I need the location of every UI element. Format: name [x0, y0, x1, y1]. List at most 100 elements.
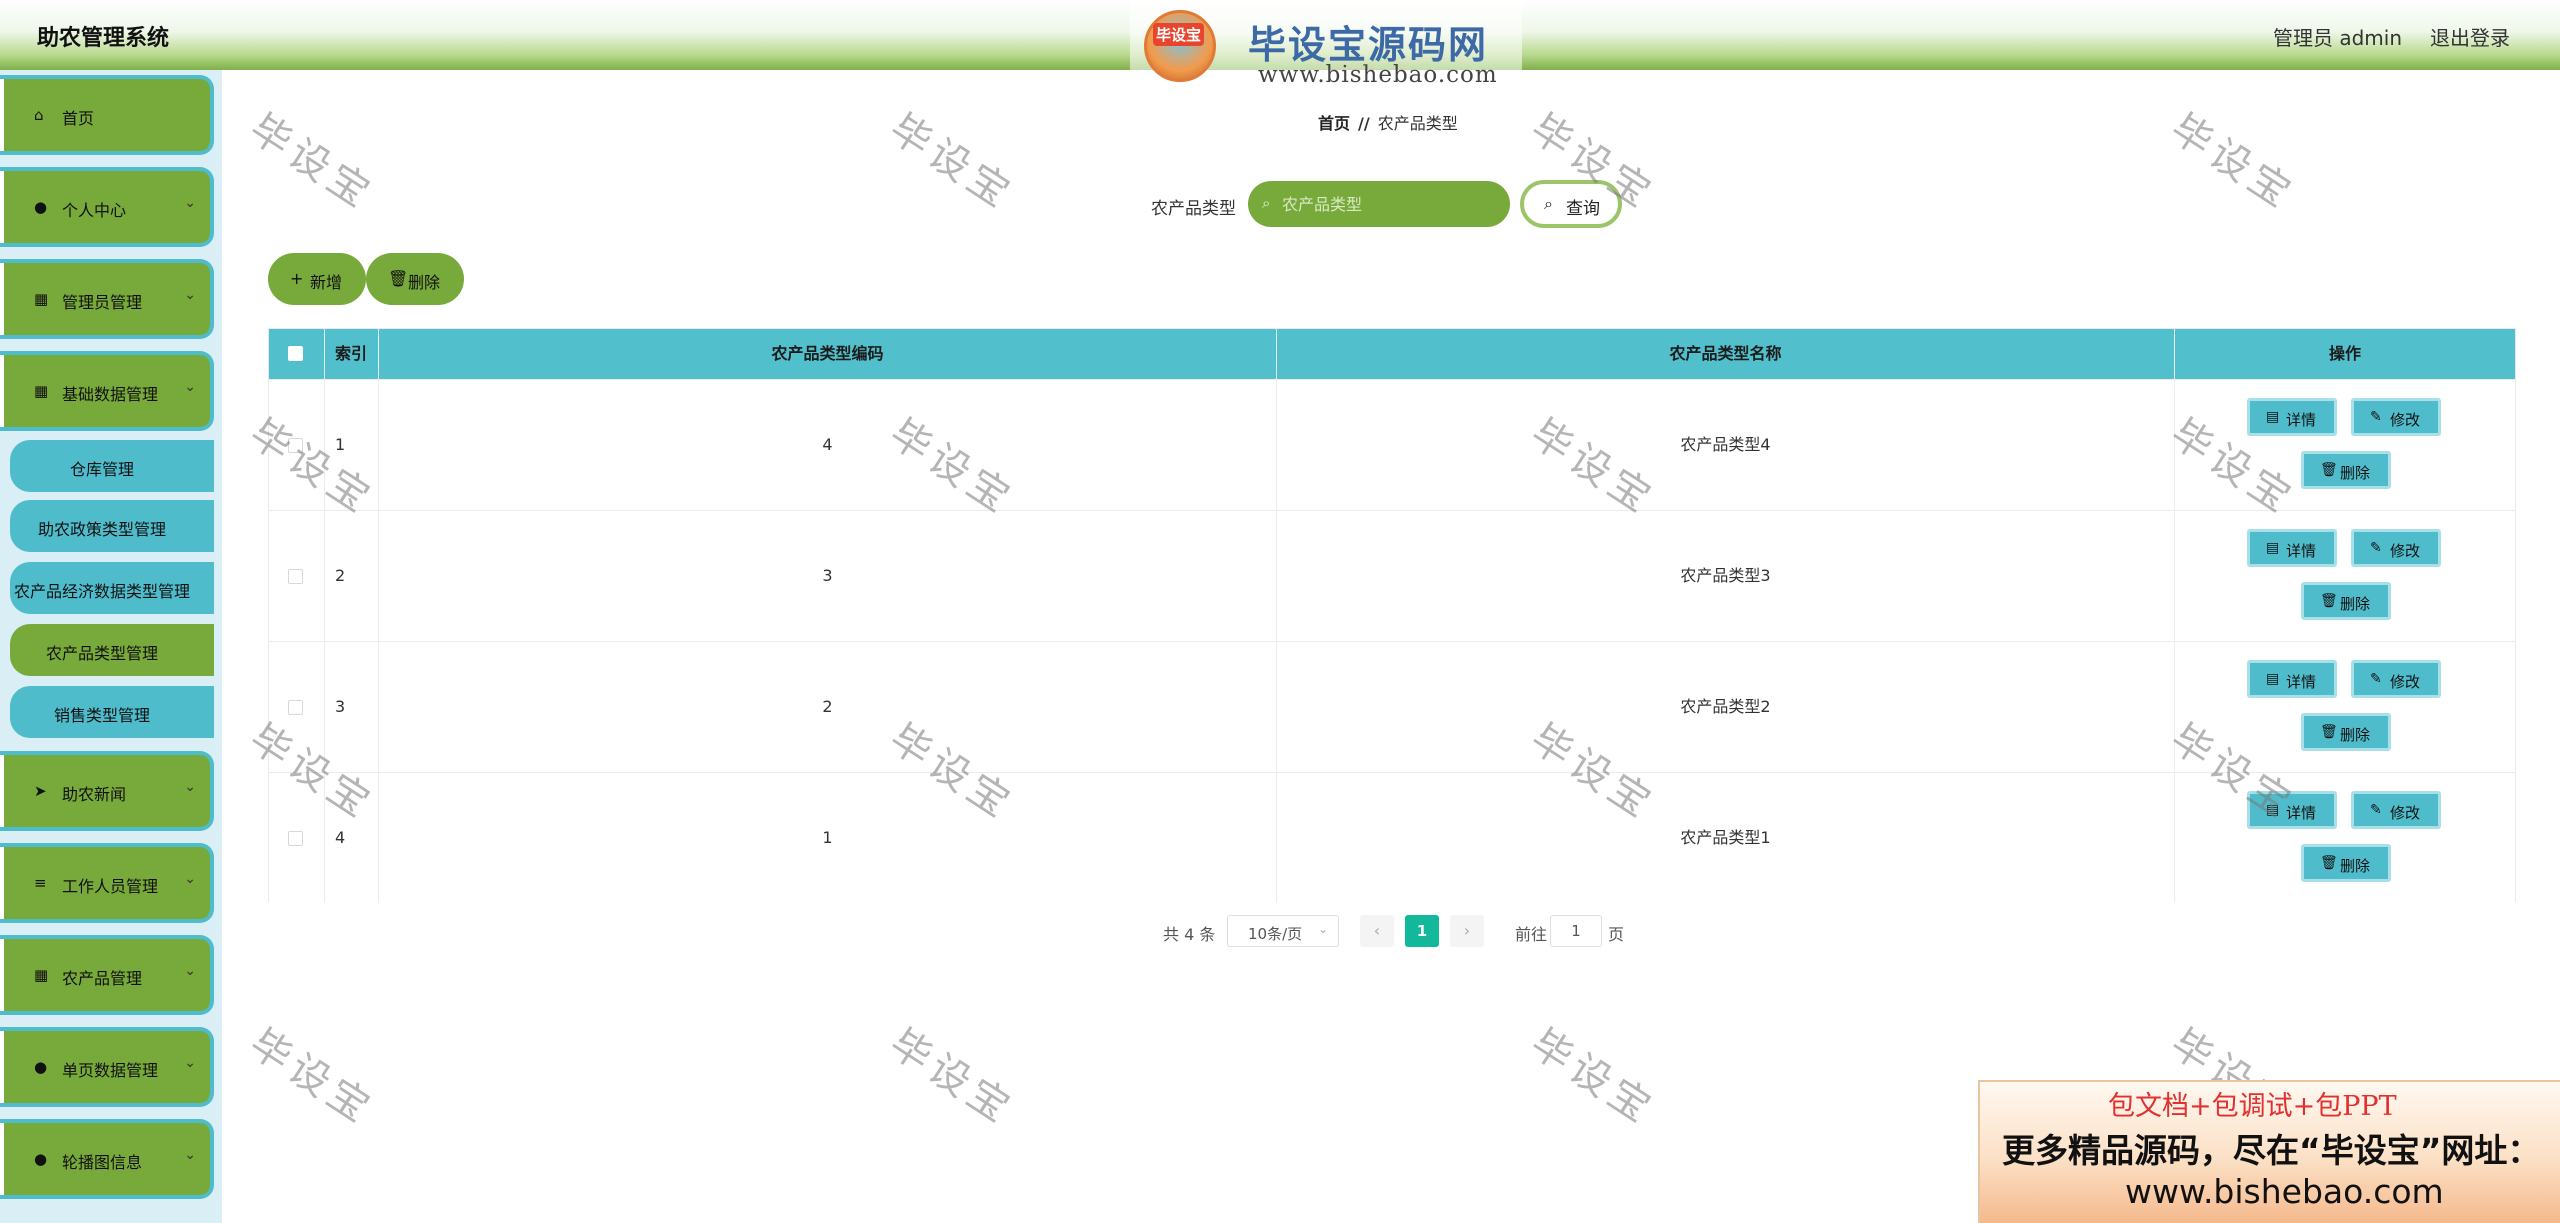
row-checkbox[interactable]	[288, 569, 303, 584]
watermark-text: 毕设宝	[881, 105, 1023, 220]
cell-actions: ▤ 详情 ✎ 修改 🗑 删除	[2175, 511, 2515, 641]
edit-icon: ✎	[2370, 540, 2382, 556]
delete-button[interactable]: 🗑 删除	[2301, 451, 2391, 489]
add-button[interactable]: + 新增	[268, 253, 366, 305]
sidebar-subitem-label: 助农政策类型管理	[37, 520, 166, 539]
delete-button-label: 删除	[2340, 726, 2371, 744]
delete-button-label: 删除	[2340, 595, 2371, 613]
chevron-down-icon: ⌄	[184, 379, 196, 395]
page-size-select[interactable]: 10条/页 ⌄	[1227, 915, 1339, 947]
sidebar-item-1[interactable]: ⌂ 首页	[0, 75, 214, 155]
edit-icon: ✎	[2370, 802, 2382, 818]
edit-button[interactable]: ✎ 修改	[2351, 398, 2441, 436]
prev-page-button[interactable]: ‹	[1360, 915, 1394, 947]
promo-line-2: 更多精品源码，尽在“毕设宝”网址：	[2002, 1131, 2541, 1170]
table-row: 2 3 农产品类型3 ▤ 详情 ✎ 修改 🗑 删除	[269, 510, 2515, 641]
search-icon: ⌕	[1544, 194, 1553, 213]
breadcrumb-home[interactable]: 首页	[1318, 114, 1350, 133]
batch-delete-button[interactable]: 🗑 删除	[366, 253, 464, 305]
cell-code: 3	[379, 511, 1277, 641]
page-size-value: 10条/页	[1248, 925, 1303, 943]
pagination-page-suffix: 页	[1608, 925, 1625, 944]
column-header-name: 农产品类型名称	[1277, 329, 2175, 379]
user-icon: ●	[34, 1150, 48, 1168]
grid-icon: ▦	[34, 382, 49, 400]
promo-line-1: 包文档+包调试+包PPT	[2108, 1091, 2397, 1122]
row-select-cell	[269, 511, 325, 641]
promo-banner: 包文档+包调试+包PPT 更多精品源码，尽在“毕设宝”网址： www.bishe…	[1978, 1080, 2560, 1223]
detail-button[interactable]: ▤ 详情	[2247, 398, 2337, 436]
chevron-down-icon: ⌄	[184, 1147, 196, 1163]
document-icon: ▤	[2266, 671, 2280, 687]
watermark-badge-icon: 毕设宝	[1144, 10, 1216, 82]
select-all-checkbox[interactable]	[288, 346, 303, 361]
row-checkbox[interactable]	[288, 831, 303, 846]
batch-delete-button-label: 删除	[408, 273, 441, 292]
sidebar-subitem-5[interactable]: 销售类型管理	[10, 686, 214, 738]
send-icon: ➤	[34, 782, 47, 800]
delete-button-label: 删除	[2340, 857, 2371, 875]
trash-icon: 🗑	[2320, 462, 2338, 478]
delete-button[interactable]: 🗑 删除	[2301, 713, 2391, 751]
detail-button-label: 详情	[2286, 673, 2317, 691]
document-icon: ▤	[2266, 540, 2280, 556]
sidebar-item-9[interactable]: ● 轮播图信息 ⌄	[0, 1119, 214, 1199]
detail-button-label: 详情	[2286, 542, 2317, 560]
delete-button[interactable]: 🗑 删除	[2301, 844, 2391, 882]
user-info: 管理员 admin	[2272, 26, 2402, 50]
next-page-button[interactable]: ›	[1450, 915, 1484, 947]
header-select-cell	[269, 329, 325, 379]
search-input[interactable]	[1282, 189, 1492, 219]
edit-button[interactable]: ✎ 修改	[2351, 529, 2441, 567]
chevron-down-icon: ⌄	[184, 195, 196, 211]
sidebar-item-label: 助农新闻	[62, 785, 127, 804]
watermark-text: 毕设宝	[241, 1020, 383, 1135]
promo-line-3: www.bishebao.com	[2125, 1172, 2444, 1211]
menu-icon: ≡	[34, 874, 47, 892]
sidebar-subitem-2[interactable]: 助农政策类型管理	[10, 500, 214, 552]
search-button-label: 查询	[1566, 199, 1600, 219]
delete-button[interactable]: 🗑 删除	[2301, 582, 2391, 620]
sidebar-subitem-label: 仓库管理	[69, 460, 134, 479]
sidebar-item-8[interactable]: ● 单页数据管理 ⌄	[0, 1027, 214, 1107]
edit-icon: ✎	[2370, 671, 2382, 687]
edit-button-label: 修改	[2390, 804, 2421, 822]
edit-button[interactable]: ✎ 修改	[2351, 791, 2441, 829]
sidebar-item-6[interactable]: ≡ 工作人员管理 ⌄	[0, 843, 214, 923]
sidebar-item-4[interactable]: ▦ 基础数据管理 ⌄	[0, 351, 214, 431]
sidebar-item-5[interactable]: ➤ 助农新闻 ⌄	[0, 751, 214, 831]
sidebar-subitem-3[interactable]: 农产品经济数据类型管理	[10, 562, 214, 614]
logout-link[interactable]: 退出登录	[2430, 22, 2510, 51]
sidebar-item-3[interactable]: ▦ 管理员管理 ⌄	[0, 259, 214, 339]
cell-name: 农产品类型2	[1277, 642, 2175, 772]
chevron-down-icon: ⌄	[184, 1055, 196, 1071]
search-field[interactable]: ⌕	[1248, 181, 1510, 227]
chevron-down-icon: ⌄	[184, 287, 196, 303]
sidebar-item-label: 首页	[62, 109, 95, 128]
row-checkbox[interactable]	[288, 700, 303, 715]
page-number-button[interactable]: 1	[1405, 915, 1439, 947]
detail-button[interactable]: ▤ 详情	[2247, 529, 2337, 567]
sidebar-subitem-label: 农产品经济数据类型管理	[13, 582, 190, 601]
add-button-label: 新增	[310, 273, 343, 292]
document-icon: ▤	[2266, 409, 2280, 425]
edit-button[interactable]: ✎ 修改	[2351, 660, 2441, 698]
trash-icon: 🗑	[2320, 724, 2338, 740]
search-icon: ⌕	[1262, 194, 1271, 212]
sidebar-subitem-4[interactable]: 农产品类型管理	[10, 624, 214, 676]
sidebar-item-label: 个人中心	[62, 201, 127, 220]
sidebar-item-2[interactable]: ● 个人中心 ⌄	[0, 167, 214, 247]
goto-page-input[interactable]	[1550, 915, 1602, 947]
delete-button-label: 删除	[2340, 464, 2371, 482]
watermark-logo: 毕设宝 毕设宝源码网 www.bishebao.com	[1130, 0, 1522, 96]
data-table: 索引 农产品类型编码 农产品类型名称 操作 1 4 农产品类型4 ▤ 详情 ✎ 修改 🗑 删除 2…	[268, 328, 2516, 903]
chevron-down-icon: ⌄	[1317, 922, 1328, 936]
detail-button[interactable]: ▤ 详情	[2247, 660, 2337, 698]
breadcrumb-current: 农产品类型	[1377, 114, 1458, 133]
sidebar-item-7[interactable]: ▦ 农产品管理 ⌄	[0, 935, 214, 1015]
sidebar-subitem-1[interactable]: 仓库管理	[10, 440, 214, 492]
chevron-down-icon: ⌄	[184, 779, 196, 795]
watermark-text: 毕设宝	[2162, 105, 2304, 220]
table-row: 4 1 农产品类型1 ▤ 详情 ✎ 修改 🗑 删除	[269, 772, 2515, 903]
watermark-text: 毕设宝	[241, 105, 383, 220]
